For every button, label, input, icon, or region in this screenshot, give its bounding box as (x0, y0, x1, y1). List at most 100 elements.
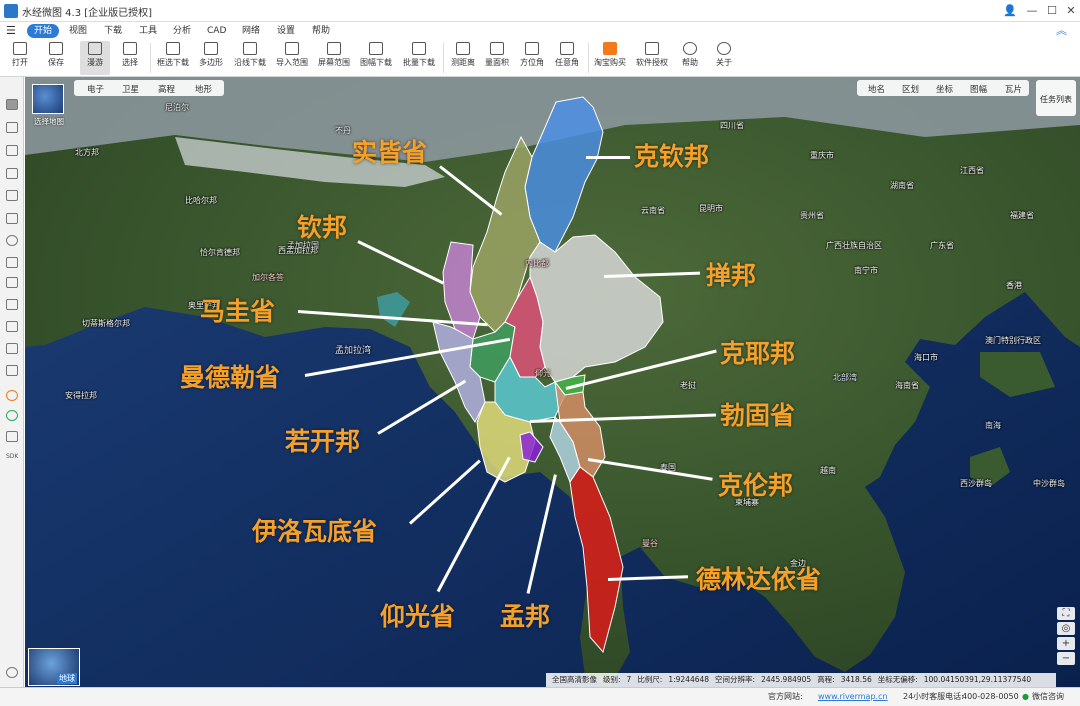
tab-sheets[interactable]: 图幅 (970, 83, 987, 95)
tab-coordinates[interactable]: 坐标 (936, 83, 953, 95)
tab-terrain[interactable]: 地形 (195, 83, 212, 95)
polyline-tool-icon[interactable] (6, 168, 18, 179)
measure-distance-button[interactable]: 测距离 (448, 41, 478, 75)
tab-satellite[interactable]: 卫星 (122, 83, 139, 95)
measure-tool-icon[interactable] (6, 343, 18, 354)
license-button[interactable]: 软件授权 (634, 41, 670, 75)
polygon-button[interactable]: 多边形 (196, 41, 226, 75)
area-icon (490, 42, 504, 55)
save-icon (49, 42, 63, 55)
geo-label: 恰尔肯德邦 (200, 248, 240, 257)
geo-label: 广东省 (930, 241, 954, 250)
device-tool-icon[interactable] (6, 431, 18, 442)
geo-label: 北部湾 (833, 373, 857, 382)
angle-tool-icon[interactable] (6, 365, 18, 376)
text-tool-icon[interactable] (6, 277, 18, 288)
import-range-button[interactable]: 导入范围 (274, 41, 310, 75)
screen-range-button[interactable]: 屏幕范围 (316, 41, 352, 75)
window-title: 水经微图 4.3 [企业版已授权] (22, 8, 153, 19)
task-list-button[interactable]: 任务列表 (1036, 80, 1076, 116)
open-button[interactable]: 打开 (6, 41, 34, 75)
any-angle-button[interactable]: 任意角 (552, 41, 582, 75)
save-button[interactable]: 保存 (42, 41, 70, 75)
circle-tool-icon[interactable] (6, 235, 18, 246)
rectangle-tool-icon[interactable] (6, 213, 18, 224)
line-download-button[interactable]: 沿线下载 (232, 41, 268, 75)
zoom-controls: ⛶ ◎ + − (1057, 607, 1075, 665)
geo-label: 香港 (1006, 281, 1022, 290)
tab-tiles[interactable]: 瓦片 (1005, 83, 1022, 95)
menu-settings[interactable]: 设置 (277, 24, 295, 38)
taobao-buy-button[interactable]: 淘宝购买 (592, 41, 628, 75)
menu-download[interactable]: 下载 (104, 24, 122, 38)
region-label-kachin: 克钦邦 (634, 142, 710, 171)
wechat-consult-link[interactable]: 微信咨询 (1032, 688, 1064, 706)
green-tool-icon[interactable] (6, 410, 18, 421)
region-label-yangon: 仰光省 (380, 602, 456, 631)
leader-line (586, 156, 630, 159)
sheet-download-button[interactable]: 图幅下载 (358, 41, 394, 75)
wechat-icon[interactable]: ● (1022, 688, 1029, 706)
box-download-button[interactable]: 框选下载 (155, 41, 191, 75)
resolution-value: 2445.984905 (761, 675, 812, 684)
region-label-chin: 钦邦 (297, 213, 348, 242)
geo-label: 越南 (820, 466, 836, 475)
arc-tool-icon[interactable] (6, 257, 18, 268)
fullscreen-icon[interactable]: ⛶ (1057, 607, 1075, 620)
close-button[interactable]: ✕ (1061, 3, 1080, 19)
tab-place-names[interactable]: 地名 (868, 83, 885, 95)
geo-label: 曼谷 (642, 539, 658, 548)
maximize-button[interactable]: ☐ (1042, 3, 1062, 19)
sdk-icon[interactable]: SDK (6, 453, 18, 464)
select-button[interactable]: 选择 (116, 41, 144, 75)
globe-view-button[interactable]: 地球 (28, 648, 80, 686)
geo-label: 西沙群岛 (960, 479, 992, 488)
colorful-tool-icon[interactable] (6, 390, 18, 401)
choose-map-button[interactable]: 选择地图 (32, 84, 66, 128)
minimize-button[interactable]: — (1022, 3, 1042, 19)
menu-analysis[interactable]: 分析 (173, 24, 191, 38)
tab-elevation[interactable]: 高程 (158, 83, 175, 95)
geo-label: 内比都 (525, 259, 549, 268)
geo-label: 北方邦 (75, 148, 99, 157)
menu-cad[interactable]: CAD (207, 24, 226, 38)
pan-tool-icon[interactable] (6, 99, 18, 110)
box-download-icon (166, 42, 180, 55)
menu-hamburger-icon[interactable]: ☰ (6, 24, 16, 38)
menu-view[interactable]: 视图 (69, 24, 87, 38)
user-icon[interactable]: 👤 (1000, 3, 1020, 19)
scale-label: 比例尺: (637, 675, 663, 684)
zoom-in-button[interactable]: + (1057, 637, 1075, 650)
locate-icon[interactable]: ◎ (1057, 622, 1075, 635)
batch-icon (412, 42, 426, 55)
measure-area-button[interactable]: 量面积 (482, 41, 512, 75)
collapse-ribbon-icon[interactable]: ︽ (1056, 24, 1067, 38)
hotline-number: 400-028-0050 (962, 692, 1019, 701)
stack-tool-icon[interactable] (6, 321, 18, 332)
website-link[interactable]: www.rivermap.cn (818, 688, 888, 706)
help-circle-icon[interactable] (6, 667, 18, 678)
geo-label: 江西省 (960, 166, 984, 175)
marker-tool-icon[interactable] (6, 145, 18, 156)
menu-tools[interactable]: 工具 (139, 24, 157, 38)
tab-divisions[interactable]: 区划 (902, 83, 919, 95)
coordinate-label: 坐标无偏移: (877, 675, 918, 684)
region-label-ayeyarwady: 伊洛瓦底省 (252, 517, 378, 546)
pan-button[interactable]: 漫游 (80, 41, 110, 75)
pointer-tool-icon[interactable] (6, 122, 18, 133)
about-button[interactable]: 关于 (710, 41, 738, 75)
geo-label: 南海 (985, 421, 1001, 430)
region-label-sagaing: 实皆省 (352, 138, 428, 167)
menu-start[interactable]: 开始 (27, 24, 60, 38)
zoom-out-button[interactable]: − (1057, 652, 1075, 665)
tab-electronic[interactable]: 电子 (87, 83, 104, 95)
azimuth-button[interactable]: 方位角 (517, 41, 547, 75)
batch-download-button[interactable]: 批量下载 (401, 41, 437, 75)
map-thumbnail (32, 84, 64, 114)
menu-help[interactable]: 帮助 (312, 24, 330, 38)
geo-label: 老挝 (680, 381, 696, 390)
curve-tool-icon[interactable] (6, 190, 18, 201)
help-button[interactable]: 帮助 (676, 41, 704, 75)
menu-network[interactable]: 网络 (242, 24, 260, 38)
layer-tool-icon[interactable] (6, 299, 18, 310)
